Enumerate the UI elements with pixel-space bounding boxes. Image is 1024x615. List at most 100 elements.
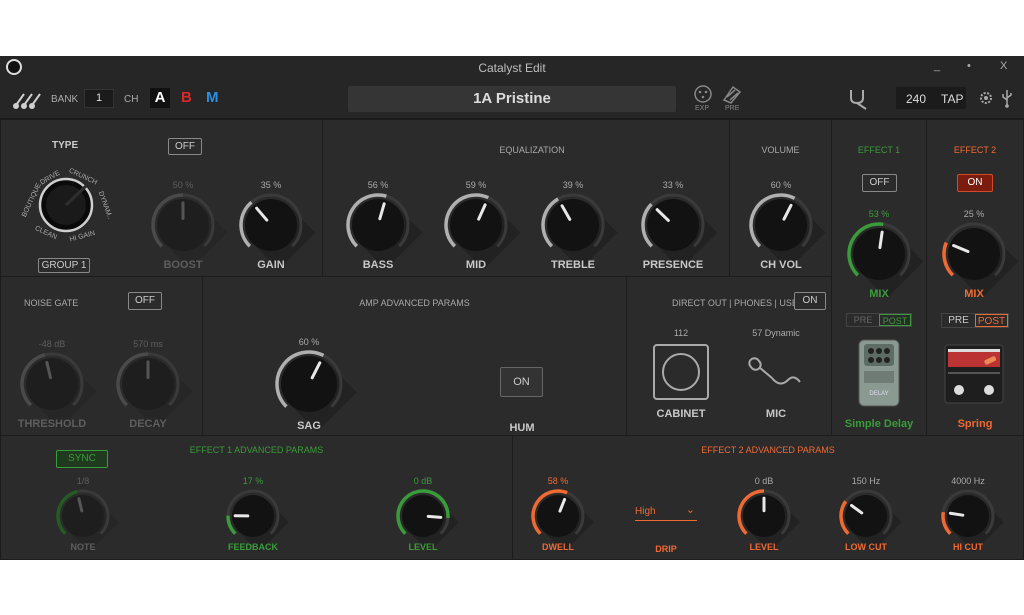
effect2-post-button[interactable]: POST (975, 314, 1008, 327)
note-label: NOTE (70, 542, 96, 552)
channel-m-button[interactable]: M (206, 89, 219, 106)
note-value: 1/8 (76, 476, 90, 486)
effect1-toggle[interactable]: OFF (862, 174, 897, 192)
effect2-pre-button[interactable]: PRE (942, 314, 975, 327)
low-cut-value: 150 Hz (851, 476, 881, 486)
fx1-level-knob[interactable] (395, 488, 472, 565)
low-cut-knob[interactable] (838, 488, 915, 565)
dwell-value: 58 % (547, 476, 569, 486)
exp-label: EXP (695, 105, 710, 112)
low-cut-label: LOW CUT (845, 542, 887, 552)
cabinet-value: 112 (673, 328, 689, 338)
decay-value: 570 ms (133, 339, 163, 349)
fx2-level-knob[interactable] (736, 488, 813, 565)
eq-title: EQUALIZATION (499, 145, 565, 155)
noise-gate-toggle[interactable]: OFF (128, 292, 162, 310)
sag-knob[interactable] (274, 349, 372, 447)
fx2-level-value: 0 dB (754, 476, 774, 486)
group-selector[interactable]: GROUP 1 (38, 258, 90, 273)
mic-value: 57 Dynamic (752, 328, 800, 338)
drip-select[interactable]: High ⌄ (635, 504, 697, 521)
dwell-knob[interactable] (530, 488, 607, 565)
mid-value: 59 % (465, 180, 487, 190)
expression-pedal-icon[interactable] (693, 84, 713, 104)
boost-label: BOOST (163, 259, 203, 271)
effect1-mix-value: 53 % (868, 209, 890, 219)
note-knob[interactable] (55, 488, 132, 565)
amp-type-selector[interactable]: BOUTIQUE DRIVE CRUNCH DYNAM.. HI GAIN CL… (18, 156, 118, 256)
effect1-name: Simple Delay (844, 418, 914, 430)
noise-gate-title: NOISE GATE (24, 298, 79, 308)
type-option-dynamic[interactable]: DYNAM.. (97, 191, 114, 221)
sag-value: 60 % (298, 337, 320, 347)
treble-label: TREBLE (551, 259, 595, 271)
cabinet-label: CABINET (656, 408, 706, 420)
title-bar: Catalyst Edit _ • X (0, 56, 1024, 80)
delay-pedal-icon[interactable]: DELAY (858, 339, 900, 407)
hum-label: HUM (509, 422, 535, 434)
fx2-level-label: LEVEL (749, 542, 779, 552)
effect2-advanced-title: EFFECT 2 ADVANCED PARAMS (701, 445, 835, 455)
ch-vol-label: CH VOL (760, 259, 802, 271)
microphone-icon[interactable] (748, 354, 804, 394)
type-label: TYPE (52, 140, 79, 151)
gain-label: GAIN (257, 259, 285, 271)
tap-button[interactable]: TAP (941, 92, 963, 106)
effect2-mix-value: 25 % (963, 209, 985, 219)
drip-label: DRIP (655, 544, 677, 554)
threshold-label: THRESHOLD (17, 418, 87, 430)
guitar-headstock-icon[interactable] (12, 88, 42, 110)
tuner-fork-icon[interactable] (846, 88, 868, 110)
fx1-level-label: LEVEL (408, 542, 438, 552)
channel-a-button[interactable]: A (150, 88, 170, 108)
effect2-mix-label: MIX (964, 288, 984, 300)
tempo-value[interactable]: 240 (906, 92, 926, 106)
threshold-value: -48 dB (38, 339, 66, 349)
effect2-toggle[interactable]: ON (957, 174, 993, 192)
minimize-button[interactable]: _ (934, 60, 940, 72)
spring-reverb-icon[interactable] (944, 344, 1004, 404)
toolbar: BANK 1 CH A B M 1A Pristine EXP PRE 240 … (0, 80, 1024, 119)
direct-out-title: DIRECT OUT | PHONES | USB (672, 298, 798, 308)
mid-label: MID (465, 259, 487, 271)
mic-label: MIC (765, 408, 787, 420)
channel-label: CH (124, 94, 139, 105)
channel-b-button[interactable]: B (181, 89, 192, 106)
boost-value: 50 % (172, 180, 194, 190)
drip-value: High (635, 506, 656, 517)
preset-name[interactable]: 1A Pristine (348, 86, 676, 112)
cabinet-icon[interactable] (653, 344, 709, 400)
bank-input[interactable]: 1 (84, 89, 114, 108)
gear-icon[interactable] (978, 90, 994, 106)
hi-cut-knob[interactable] (940, 488, 1017, 565)
maximize-button[interactable]: • (967, 60, 971, 72)
decay-label: DECAY (129, 418, 167, 430)
gain-value: 35 % (260, 180, 282, 190)
effect1-prepost: PRE POST (846, 313, 912, 327)
direct-out-toggle[interactable]: ON (794, 292, 826, 310)
effect1-post-button[interactable]: POST (879, 314, 911, 326)
presence-value: 33 % (662, 180, 684, 190)
presence-label: PRESENCE (642, 259, 704, 271)
bank-label: BANK (51, 94, 79, 105)
preamp-icon[interactable] (721, 84, 743, 104)
feedback-value: 17 % (242, 476, 264, 486)
type-option-hi-gain[interactable]: HI GAIN (69, 230, 96, 244)
boost-toggle[interactable]: OFF (168, 138, 202, 155)
volume-title: VOLUME (761, 145, 800, 155)
usb-icon[interactable] (1001, 88, 1013, 108)
dwell-label: DWELL (542, 542, 574, 552)
treble-value: 39 % (562, 180, 584, 190)
chevron-down-icon: ⌄ (685, 504, 695, 516)
close-button[interactable]: X (1000, 60, 1007, 72)
pre-label: PRE (725, 105, 740, 112)
feedback-knob[interactable] (225, 488, 302, 565)
feedback-label: FEEDBACK (227, 542, 278, 552)
effect2-prepost: PRE POST (941, 313, 1009, 328)
hi-cut-value: 4000 Hz (951, 476, 985, 486)
hi-cut-label: HI CUT (953, 542, 983, 552)
fx1-level-value: 0 dB (413, 476, 433, 486)
effect1-pre-button[interactable]: PRE (847, 314, 879, 326)
hum-toggle[interactable]: ON (500, 367, 543, 397)
effect1-advanced-title: EFFECT 1 ADVANCED PARAMS (189, 445, 324, 455)
